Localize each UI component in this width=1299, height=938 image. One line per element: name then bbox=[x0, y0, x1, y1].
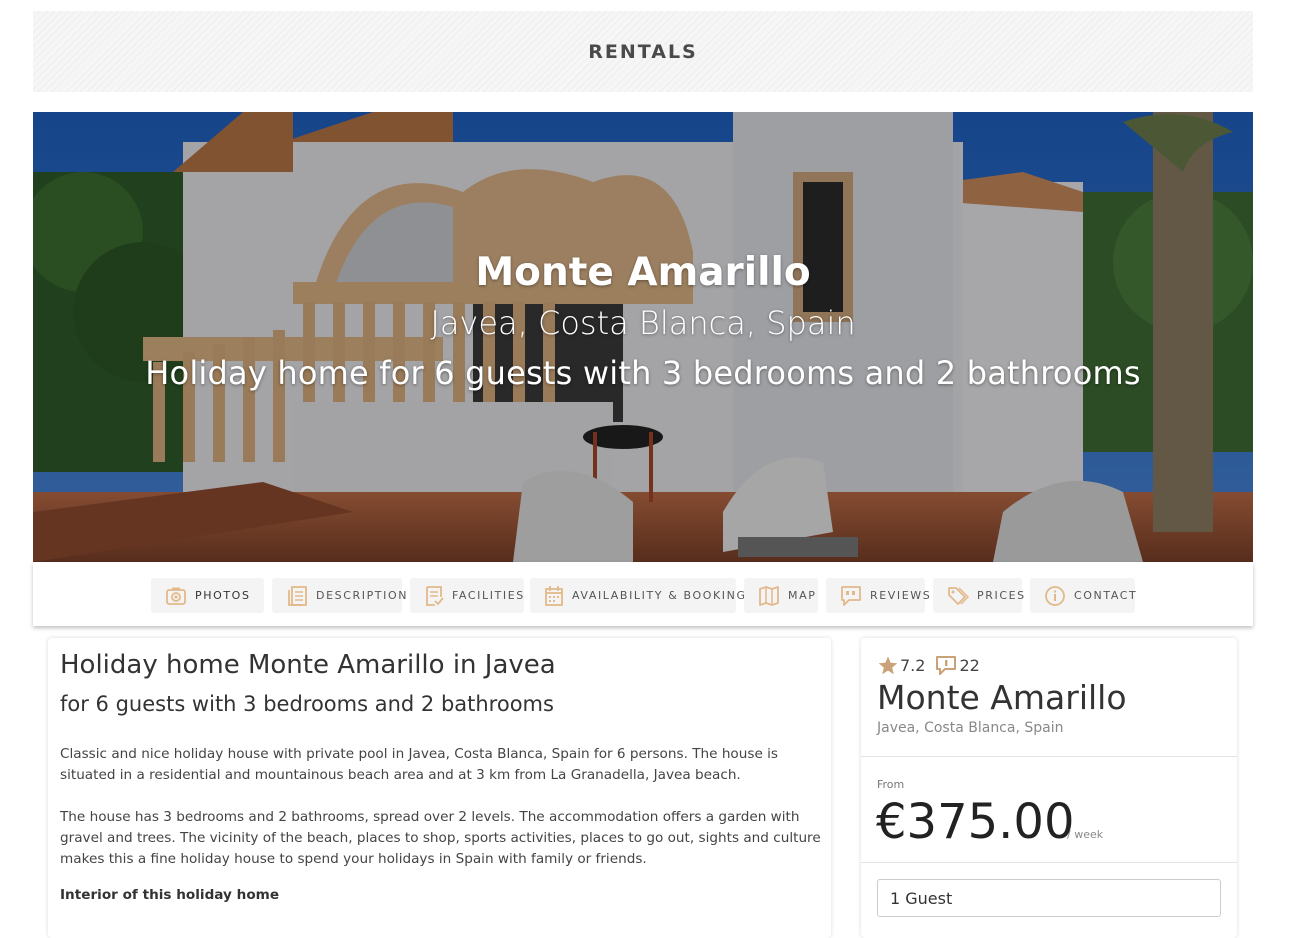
info-icon bbox=[1045, 585, 1065, 606]
tab-label: DESCRIPTION bbox=[316, 589, 409, 602]
tab-label: CONTACT bbox=[1074, 589, 1138, 602]
tab-prices[interactable]: PRICES bbox=[933, 578, 1024, 613]
tab-label: REVIEWS bbox=[870, 589, 932, 602]
site-title[interactable]: RENTALS bbox=[588, 41, 698, 63]
rating-row: 7.2 22 bbox=[878, 655, 990, 676]
review-bubble-icon bbox=[936, 656, 957, 675]
price-value: €375.00 bbox=[876, 794, 1075, 850]
hero-title: Monte Amarillo bbox=[475, 250, 811, 295]
quote-bubble-icon bbox=[841, 585, 861, 606]
description-paragraph: Classic and nice holiday house with priv… bbox=[60, 746, 778, 783]
guests-select-value: 1 Guest bbox=[890, 888, 953, 908]
tab-availability-booking[interactable]: AVAILABILITY & BOOKING bbox=[530, 578, 745, 613]
rating-value: 7.2 bbox=[900, 656, 926, 675]
tab-photos[interactable]: PHOTOS bbox=[151, 578, 264, 613]
tab-contact[interactable]: CONTACT bbox=[1030, 578, 1138, 613]
tab-label: FACILITIES bbox=[452, 589, 525, 602]
map-icon bbox=[759, 585, 779, 606]
description-card: Holiday home Monte Amarillo in Javea for… bbox=[48, 638, 831, 938]
tab-label: AVAILABILITY & BOOKING bbox=[572, 589, 747, 602]
document-icon bbox=[288, 585, 307, 606]
description-subheading: for 6 guests with 3 bedrooms and 2 bathr… bbox=[60, 692, 554, 716]
hero-banner: Monte Amarillo Javea, Costa Blanca, Spai… bbox=[33, 112, 1253, 562]
tab-label: MAP bbox=[788, 589, 817, 602]
hero-subtitle: Holiday home for 6 guests with 3 bedroom… bbox=[145, 354, 1141, 392]
camera-icon bbox=[166, 587, 186, 605]
interior-heading: Interior of this holiday home bbox=[60, 887, 280, 903]
hero-location: Javea, Costa Blanca, Spain bbox=[430, 304, 856, 342]
divider bbox=[861, 756, 1237, 757]
tab-reviews[interactable]: REVIEWS bbox=[826, 578, 930, 613]
calendar-icon bbox=[545, 585, 563, 606]
tab-map[interactable]: MAP bbox=[744, 578, 818, 613]
booking-card: 7.2 22 Monte Amarillo Javea, Costa Blanc… bbox=[861, 638, 1237, 938]
tab-facilities[interactable]: FACILITIES bbox=[410, 578, 524, 613]
tags-icon bbox=[948, 586, 969, 605]
description-paragraph: The house has 3 bedrooms and 2 bathrooms… bbox=[60, 809, 821, 867]
description-heading: Holiday home Monte Amarillo in Javea bbox=[60, 650, 556, 680]
property-location: Javea, Costa Blanca, Spain bbox=[877, 720, 1064, 736]
review-count: 22 bbox=[959, 656, 980, 675]
property-name: Monte Amarillo bbox=[877, 678, 1127, 717]
site-header: RENTALS bbox=[33, 11, 1253, 92]
star-icon bbox=[878, 656, 898, 675]
section-tabs: PHOTOS DESCRIPTION FACILITIES AVAILABILI… bbox=[33, 562, 1253, 626]
divider bbox=[861, 862, 1237, 863]
tab-label: PRICES bbox=[977, 589, 1026, 602]
price-from-label: From bbox=[877, 778, 905, 791]
tab-description[interactable]: DESCRIPTION bbox=[272, 578, 406, 613]
tab-label: PHOTOS bbox=[195, 589, 251, 602]
checklist-icon bbox=[426, 585, 444, 606]
guests-select[interactable]: 1 Guest bbox=[877, 879, 1221, 917]
price-period: / week bbox=[1067, 828, 1104, 841]
